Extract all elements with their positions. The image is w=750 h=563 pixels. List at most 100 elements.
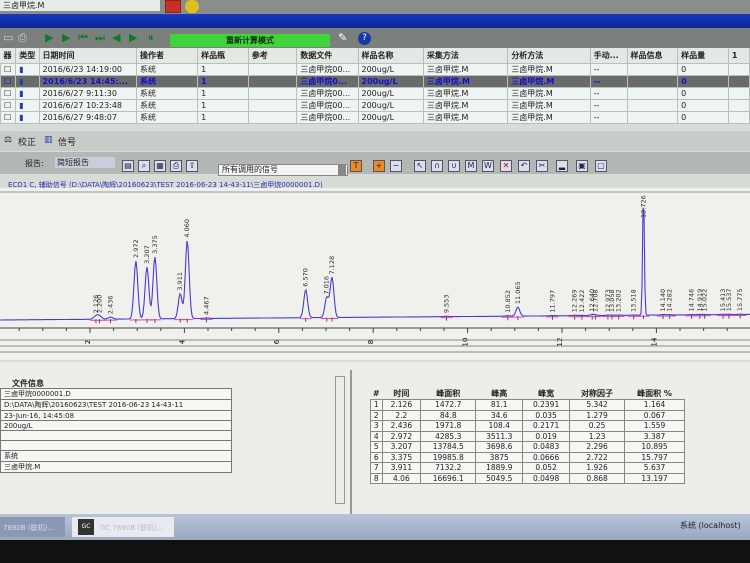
column-header[interactable]: 数据文件	[296, 48, 359, 64]
peak-cell: 3698.6	[475, 441, 524, 453]
cell-acq: 三卤甲烷.M	[422, 75, 509, 88]
peak-label: 13.726	[639, 195, 647, 218]
peak-row[interactable]: 2 2.2 84.8 34.6 0.035 1.279 0.067	[370, 409, 685, 421]
scrollbar[interactable]	[335, 376, 345, 504]
column-header[interactable]: 样品信息	[627, 48, 679, 64]
peak-row[interactable]: 4 2.972 4285.3 3511.3 0.019 1.23 3.387	[370, 430, 685, 442]
peak-row[interactable]: 5 3.207 13784.5 3698.6 0.0483 2.296 10.895	[370, 441, 685, 453]
next-icon[interactable]: ▶	[129, 32, 140, 44]
integrate-icon[interactable]: T	[350, 160, 362, 172]
chevron-down-icon[interactable]	[338, 165, 346, 175]
sequence-row[interactable]: ☐ ▮ 2016/6/27 10:23:48 系统 1 三卤甲烷00... 200ug/L 三…	[0, 99, 750, 112]
column-header[interactable]: 样品名称	[358, 48, 424, 64]
cell-sample: 200ug/L	[357, 111, 424, 124]
column-header[interactable]: 操作者	[136, 48, 199, 64]
zoom-out-icon[interactable]: −	[390, 160, 402, 172]
pause-icon[interactable]: ⏸	[148, 32, 159, 44]
multi-peak-icon[interactable]: W	[482, 160, 494, 172]
cell-amount: 0	[677, 99, 729, 112]
delete-peak-icon[interactable]: ✕	[500, 160, 512, 172]
column-header[interactable]: 样品瓶	[197, 48, 249, 64]
column-header[interactable]: 参考	[248, 48, 298, 64]
cell-acq: 三卤甲烷.M	[422, 111, 509, 124]
play-icon[interactable]: ▶	[45, 32, 56, 44]
first-icon[interactable]: ⏮	[78, 32, 89, 44]
export-icon[interactable]: ⇪	[186, 160, 198, 172]
sequence-row[interactable]: ☐ ▮ 2016/6/23 14:19:00 系统 1 三卤甲烷00... 200ug/L 三…	[0, 63, 750, 76]
column-header[interactable]: 器	[0, 48, 17, 64]
cell-ana: 三卤甲烷.M	[507, 111, 591, 124]
pane-divider[interactable]	[350, 370, 352, 514]
sample-type-icon: ▮	[15, 63, 40, 76]
print-icon[interactable]: ⎙	[18, 32, 29, 44]
taskbar-item-offline[interactable]: 7890B (联机)...	[0, 517, 65, 537]
baseline-icon[interactable]: ▂	[556, 160, 568, 172]
cell-info	[626, 87, 679, 100]
peak-row[interactable]: 8 4.06 16696.1 5049.5 0.0498 0.868 13.197	[370, 472, 685, 484]
save-icon[interactable]: ▣	[576, 160, 588, 172]
chromatogram[interactable]: 2 4 6 8 10 12 14 2.126 2.200 2.436 2.972 3.207 3.375…	[0, 188, 750, 360]
new-icon[interactable]: ▭	[3, 32, 14, 44]
table-view-icon[interactable]	[165, 0, 181, 13]
sequence-row[interactable]: ☐ ▮ 2016/6/27 9:48:07 系统 1 三卤甲烷00... 200ug/L 三卤…	[0, 111, 750, 124]
peak-label: 15.775	[736, 288, 744, 311]
valley-icon[interactable]: ∪	[448, 160, 460, 172]
peak-label: 3.911	[176, 272, 184, 291]
tab-calibration[interactable]: 校正	[18, 135, 36, 148]
peak-label: 13.202	[615, 289, 623, 312]
peak-row[interactable]: 1 2.126 1472.7 81.1 0.2391 5.342 1.164	[370, 399, 685, 411]
row-checkbox[interactable]: ☐	[0, 75, 17, 88]
pointer-icon[interactable]: ↖	[414, 160, 426, 172]
method-field[interactable]: 三卤甲烷.M	[0, 0, 160, 11]
tool-icon[interactable]: ✎	[338, 32, 349, 44]
gc-app-icon: GC	[78, 519, 94, 535]
row-checkbox[interactable]: ☐	[0, 99, 17, 112]
tab-signal[interactable]: 信号	[58, 135, 76, 148]
cell-datetime: 2016/6/27 10:23:48	[38, 99, 137, 112]
cell-ref	[247, 87, 298, 100]
peak-cell: 1.559	[624, 420, 685, 432]
peak-row[interactable]: 7 3.911 7132.2 1889.9 0.052 1.926 5.637	[370, 462, 685, 474]
cell-file: 三卤甲烷00...	[296, 87, 359, 100]
last-icon[interactable]: ⏭	[95, 32, 106, 44]
column-header[interactable]: 样品量	[677, 48, 729, 64]
row-checkbox[interactable]: ☐	[0, 63, 17, 76]
row-checkbox[interactable]: ☐	[0, 111, 17, 124]
column-header[interactable]: 手动...	[590, 48, 628, 64]
cell-info	[626, 63, 679, 76]
help-icon[interactable]: ?	[358, 32, 371, 45]
column-header[interactable]: 分析方法	[507, 48, 591, 64]
peak-row[interactable]: 3 2.436 1971.8 108.4 0.2171 0.25 1.559	[370, 420, 685, 432]
column-header[interactable]: 类型	[15, 48, 40, 64]
cell-operator: 系统	[135, 63, 199, 76]
zoom-in-icon[interactable]: +	[373, 160, 385, 172]
cell-acq: 三卤甲烷.M	[422, 99, 509, 112]
report-select[interactable]: 简短报告	[55, 157, 115, 168]
play-step-icon[interactable]: ▶	[62, 32, 73, 44]
signal-select[interactable]: 所有调用的信号	[218, 164, 348, 176]
split-peak-icon[interactable]: M	[465, 160, 477, 172]
cell-sample: 200ug/L	[357, 99, 424, 112]
cell-vial: 1	[197, 99, 249, 112]
copy-icon[interactable]: ▤	[122, 160, 134, 172]
column-header[interactable]: 1	[728, 48, 750, 64]
status-icon[interactable]	[185, 0, 199, 13]
row-checkbox[interactable]: ☐	[0, 87, 17, 100]
undo-icon[interactable]: ↶	[518, 160, 530, 172]
print-icon[interactable]: ⎙	[170, 160, 182, 172]
peak-cell: 0.0483	[522, 441, 571, 453]
prev-icon[interactable]: ◀	[112, 32, 123, 44]
column-header[interactable]: 日期时间	[39, 48, 137, 64]
peak-table: # 时间 峰面积 峰高 峰宽 对称因子 峰面积 % 1 2.126 1472.7 81.1 0.239…	[370, 388, 685, 484]
peak-label: 3.207	[143, 245, 151, 264]
window-icon[interactable]: ▢	[595, 160, 607, 172]
sequence-row[interactable]: ☐ ▮ 2016/6/27 9:11:30 系统 1 三卤甲烷00... 200ug/L 三卤…	[0, 87, 750, 100]
peak-icon[interactable]: ∩	[431, 160, 443, 172]
paste-icon[interactable]: ▦	[154, 160, 166, 172]
peak-row[interactable]: 6 3.375 19985.8 3875 0.0666 2.722 15.797	[370, 451, 685, 463]
sequence-row[interactable]: ☐ ▮ 2016/6/23 14:45:... 系统 1 三卤甲烷0... 200ug/L 三…	[0, 75, 750, 88]
preview-icon[interactable]: ⌕	[138, 160, 150, 172]
column-header[interactable]: 采集方法	[423, 48, 509, 64]
cell-acq: 三卤甲烷.M	[422, 63, 509, 76]
cut-icon[interactable]: ✂	[536, 160, 548, 172]
